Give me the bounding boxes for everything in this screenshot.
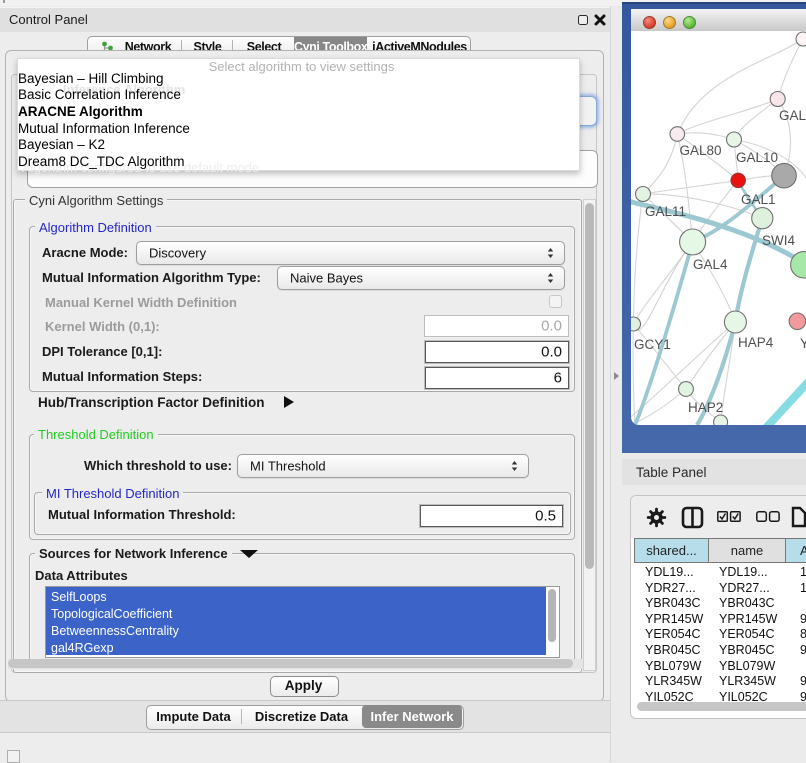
svg-text:SWI4: SWI4 bbox=[762, 233, 795, 248]
svg-text:HAP4: HAP4 bbox=[738, 335, 774, 350]
svg-text:GAL80: GAL80 bbox=[680, 143, 722, 158]
svg-text:GCY1: GCY1 bbox=[634, 337, 671, 352]
svg-text:GAL4: GAL4 bbox=[693, 257, 728, 272]
svg-text:GAL80: GAL80 bbox=[779, 108, 806, 123]
svg-text:GAL10: GAL10 bbox=[736, 150, 778, 165]
svg-text:GAL11: GAL11 bbox=[645, 204, 686, 219]
svg-text:Y: Y bbox=[800, 336, 806, 351]
svg-text:GAL1: GAL1 bbox=[741, 192, 776, 207]
svg-text:HAP2: HAP2 bbox=[688, 400, 723, 415]
